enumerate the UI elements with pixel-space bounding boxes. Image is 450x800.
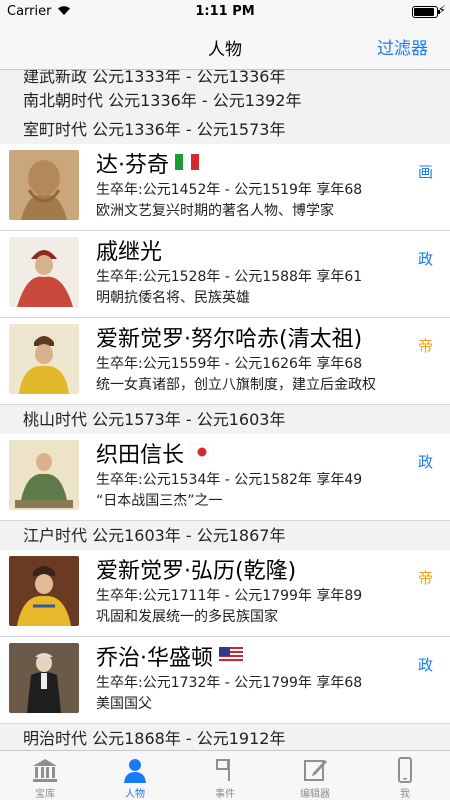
person-name: 乔治·华盛顿: [96, 646, 213, 671]
category-tag: 画: [417, 163, 433, 181]
lifespan-text: 生卒年:公元1711年 - 公元1799年 享年89: [96, 588, 363, 604]
battery-icon: [412, 6, 440, 18]
lifespan-text: 生卒年:公元1559年 - 公元1626年 享年68: [96, 356, 363, 372]
category-tag: 政: [417, 250, 433, 268]
description-text: 美国国父: [96, 696, 152, 712]
person-portrait: [9, 643, 79, 713]
person-name: 爱新觉罗·努尔哈赤(清太祖): [96, 327, 363, 352]
section-header: 明治时代 公元1868年 - 公元1912年: [0, 724, 450, 750]
tab-me[interactable]: 我: [360, 751, 450, 800]
tab-editor[interactable]: 编辑器: [270, 751, 360, 800]
tab-label: 人物: [125, 789, 145, 800]
section-header: 江户时代 公元1603年 - 公元1867年: [0, 521, 450, 550]
description-text: 明朝抗倭名将、民族英雄: [96, 290, 250, 306]
italy-flag-icon: [175, 154, 199, 170]
category-tag: 政: [417, 656, 433, 674]
person-name: 达·芬奇: [96, 153, 169, 178]
lifespan-text: 生卒年:公元1732年 - 公元1799年 享年68: [96, 675, 363, 691]
description-text: “日本战国三杰”之一: [96, 493, 223, 509]
person-portrait: [9, 556, 79, 626]
people-list[interactable]: 建武新政 公元1333年 - 公元1336年 南北朝时代 公元1336年 - 公…: [0, 70, 450, 750]
museum-icon: [33, 759, 57, 782]
section-header: 南北朝时代 公元1336年 - 公元1392年: [0, 86, 450, 115]
person-portrait: [9, 150, 79, 220]
person-portrait: [9, 324, 79, 394]
phone-icon: [398, 757, 412, 783]
description-text: 巩固和发展统一的多民族国家: [96, 609, 278, 625]
description-text: 统一女真诸部，创立八旗制度，建立后金政权: [96, 377, 376, 393]
list-item[interactable]: 织田信长 生卒年:公元1534年 - 公元1582年 享年49 “日本战国三杰”…: [0, 434, 450, 521]
lifespan-text: 生卒年:公元1534年 - 公元1582年 享年49: [96, 472, 363, 488]
person-name: 戚继光: [96, 240, 163, 265]
tab-people[interactable]: 人物: [90, 751, 180, 800]
status-time: 1:11 PM: [195, 4, 255, 19]
lifespan-text: 生卒年:公元1452年 - 公元1519年 享年68: [96, 182, 363, 198]
status-bar: Carrier 1:11 PM ⚡: [0, 0, 450, 22]
person-name: 织田信长: [96, 443, 185, 468]
section-header: 室町时代 公元1336年 - 公元1573年: [0, 115, 450, 144]
list-item[interactable]: 爱新觉罗·努尔哈赤(清太祖) 生卒年:公元1559年 - 公元1626年 享年6…: [0, 318, 450, 405]
tab-label: 我: [400, 789, 410, 800]
list-item[interactable]: 乔治·华盛顿 生卒年:公元1732年 - 公元1799年 享年68 美国国父 政: [0, 637, 450, 724]
list-item[interactable]: 爱新觉罗·弘历(乾隆) 生卒年:公元1711年 - 公元1799年 享年89 巩…: [0, 550, 450, 637]
person-portrait: [9, 440, 79, 510]
edit-icon: [304, 760, 327, 781]
tab-bar: 宝库 人物 事件 编辑器 我: [0, 750, 450, 800]
charging-icon: ⚡: [437, 3, 446, 17]
lifespan-text: 生卒年:公元1528年 - 公元1588年 享年61: [96, 269, 363, 285]
list-item[interactable]: 戚继光 生卒年:公元1528年 - 公元1588年 享年61 明朝抗倭名将、民族…: [0, 231, 450, 318]
tab-label: 宝库: [35, 789, 55, 800]
navigation-bar: 人物 过滤器: [0, 22, 450, 70]
tab-label: 编辑器: [300, 789, 330, 800]
section-header: 桃山时代 公元1573年 - 公元1603年: [0, 405, 450, 434]
tab-treasury[interactable]: 宝库: [0, 751, 90, 800]
category-tag: 政: [417, 453, 433, 471]
tab-events[interactable]: 事件: [180, 751, 270, 800]
usa-flag-icon: [219, 647, 243, 663]
filter-button[interactable]: 过滤器: [377, 34, 428, 59]
section-header: 建武新政 公元1333年 - 公元1336年: [0, 70, 450, 86]
description-text: 欧洲文艺复兴时期的著名人物、博学家: [96, 203, 334, 219]
person-name: 爱新觉罗·弘历(乾隆): [96, 559, 297, 584]
category-tag: 帝: [417, 337, 433, 355]
list-item[interactable]: 达·芬奇 生卒年:公元1452年 - 公元1519年 享年68 欧洲文艺复兴时期…: [0, 144, 450, 231]
flag-icon: [216, 759, 230, 781]
category-tag: 帝: [417, 569, 433, 587]
japan-flag-icon: [190, 444, 215, 460]
person-portrait: [9, 237, 79, 307]
person-icon: [124, 759, 146, 783]
tab-label: 事件: [215, 789, 235, 800]
